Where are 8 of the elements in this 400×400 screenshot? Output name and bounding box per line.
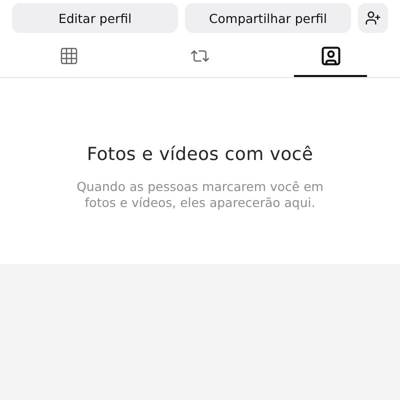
share-profile-button[interactable]: Compartilhar perfil	[185, 3, 351, 33]
add-person-button[interactable]	[358, 3, 388, 33]
person-tag-icon	[320, 45, 342, 67]
grid-icon	[59, 46, 80, 66]
empty-state-title: Fotos e vídeos com você	[86, 144, 314, 165]
edit-profile-button[interactable]: Editar perfil	[12, 3, 178, 33]
empty-state-message: Quando as pessoas marcarem você em fotos e vídeos, eles aparecerão aqui.	[76, 179, 324, 211]
add-person-icon	[365, 10, 381, 26]
